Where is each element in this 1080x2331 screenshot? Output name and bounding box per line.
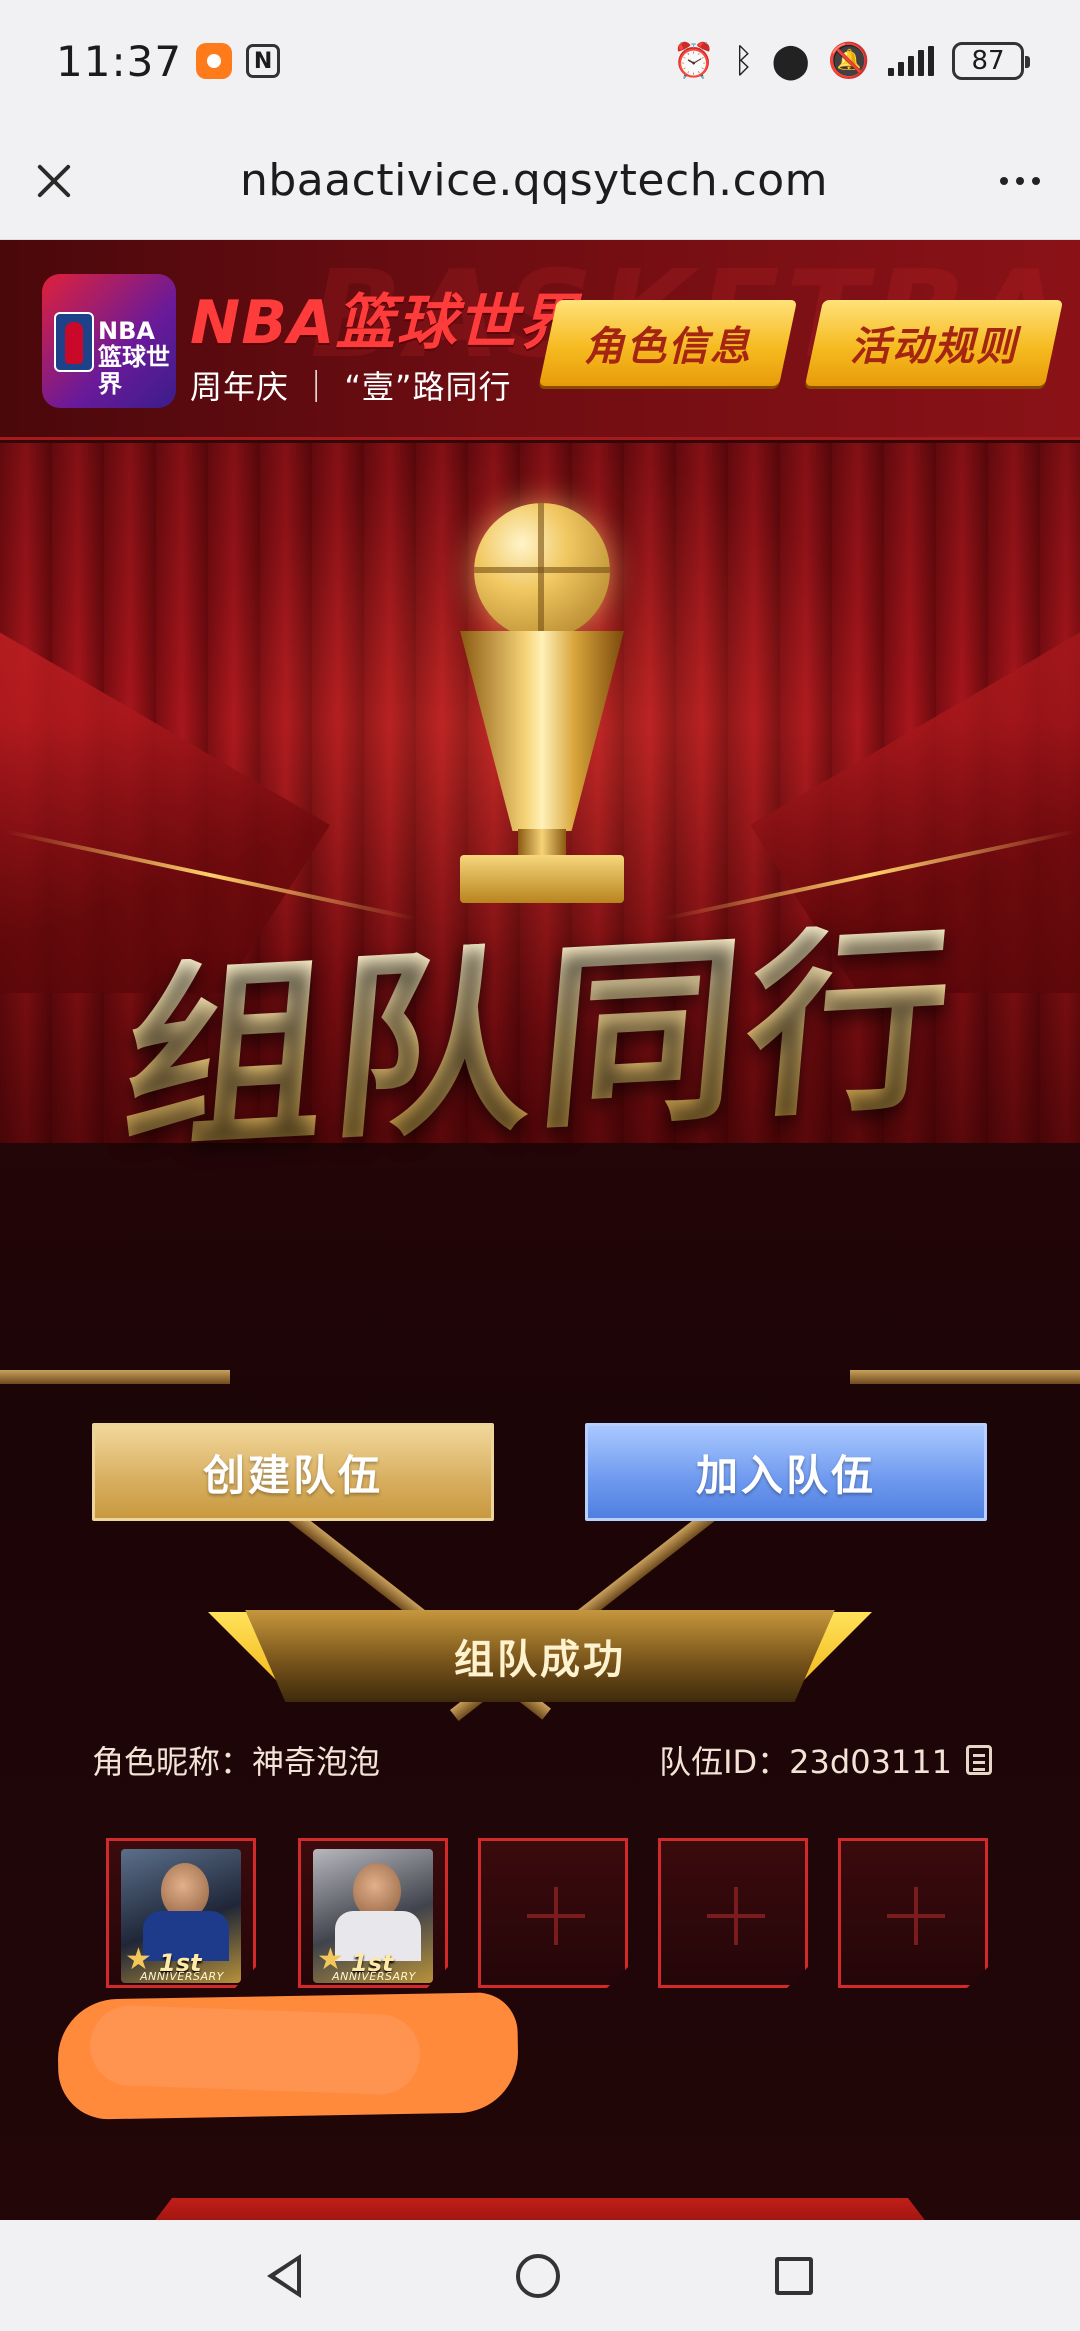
team-slots: ★ 1st ANNIVERSARY ★ 1st ANNIVERSARY bbox=[106, 1838, 988, 1988]
status-time: 11:37 bbox=[56, 36, 183, 86]
player-card: ★ 1st ANNIVERSARY bbox=[121, 1849, 241, 1983]
game-header: BASKETBA NBA 篮球世界 NBA篮球世界 周年庆 ｜ “壹”路同行 角… bbox=[0, 240, 1080, 440]
join-team-label: 加入队伍 bbox=[695, 1450, 876, 1500]
hero-title-art: 组队同行 bbox=[0, 901, 1080, 1179]
nickname: 角色昵称：神奇泡泡 bbox=[92, 1737, 380, 1783]
back-icon[interactable] bbox=[267, 2253, 302, 2298]
bluetooth-icon: ᛒ bbox=[733, 41, 754, 81]
team-success-label: 组队成功 bbox=[454, 1637, 626, 1683]
rules-button[interactable]: 活动规则 bbox=[804, 300, 1064, 386]
battery-level: 87 bbox=[971, 46, 1005, 76]
team-slot-2[interactable]: ★ 1st ANNIVERSARY bbox=[298, 1838, 448, 1988]
team-id-value: 23d03111 bbox=[789, 1743, 952, 1781]
player-card: ★ 1st ANNIVERSARY bbox=[313, 1849, 433, 1983]
nickname-label: 角色昵称： bbox=[92, 1743, 253, 1781]
close-icon[interactable] bbox=[30, 157, 78, 205]
status-right: ⏰ ᛒ ⬤ 🔕 87 bbox=[672, 41, 1030, 81]
plus-icon bbox=[887, 1887, 945, 1945]
logo-text-line1: NBA bbox=[98, 317, 155, 345]
mute-icon: 🔕 bbox=[827, 41, 870, 81]
game-logo: NBA 篮球世界 bbox=[42, 274, 176, 408]
card-badge-sub: ANNIVERSARY bbox=[140, 1970, 224, 1983]
location-icon: ⬤ bbox=[771, 41, 810, 81]
team-slot-1[interactable]: ★ 1st ANNIVERSARY bbox=[106, 1838, 256, 1988]
status-bar: 11:37 N ⏰ ᛒ ⬤ 🔕 87 bbox=[0, 0, 1080, 122]
next-section-ribbon bbox=[140, 2198, 940, 2220]
role-info-button[interactable]: 角色信息 bbox=[538, 300, 798, 386]
brand-subtitle: 周年庆 ｜ “壹”路同行 bbox=[190, 368, 512, 406]
create-team-button[interactable]: 创建队伍 bbox=[92, 1423, 494, 1521]
team-info-row: 角色昵称：神奇泡泡 队伍ID：23d03111 bbox=[92, 1730, 992, 1790]
team-slot-4[interactable] bbox=[658, 1838, 808, 1988]
nfc-icon: N bbox=[246, 44, 281, 78]
redaction-mark bbox=[88, 2004, 422, 2096]
alarm-icon: ⏰ bbox=[672, 41, 716, 81]
trophy-icon bbox=[440, 503, 640, 923]
game-logo-text: NBA 篮球世界 bbox=[98, 318, 176, 397]
webpage: BASKETBA NBA 篮球世界 NBA篮球世界 周年庆 ｜ “壹”路同行 角… bbox=[0, 240, 1080, 2220]
status-left: 11:37 N bbox=[56, 36, 281, 86]
brand-title: NBA篮球世界 bbox=[190, 288, 580, 358]
logo-text-line2: 篮球世界 bbox=[98, 343, 170, 398]
more-icon[interactable] bbox=[990, 167, 1050, 195]
team-success-banner: 组队成功 bbox=[245, 1610, 835, 1702]
system-nav-bar bbox=[0, 2220, 1080, 2331]
app-icon bbox=[196, 43, 233, 79]
browser-address-bar: nbaactivice.qqsytech.com bbox=[0, 122, 1080, 240]
team-slot-3[interactable] bbox=[478, 1838, 628, 1988]
card-badge-sub: ANNIVERSARY bbox=[332, 1970, 416, 1983]
team-slot-5[interactable] bbox=[838, 1838, 988, 1988]
battery-icon: 87 bbox=[952, 42, 1030, 80]
frame-line-left bbox=[0, 1370, 230, 1384]
frame-line-right bbox=[850, 1370, 1080, 1384]
rules-label: 活动规则 bbox=[850, 324, 1018, 370]
recents-icon[interactable] bbox=[774, 2256, 813, 2295]
role-info-label: 角色信息 bbox=[584, 324, 752, 370]
url-text[interactable]: nbaactivice.qqsytech.com bbox=[240, 155, 828, 206]
copy-icon[interactable] bbox=[966, 1745, 992, 1775]
plus-icon bbox=[527, 1887, 585, 1945]
nba-logo-icon bbox=[54, 312, 94, 372]
home-icon[interactable] bbox=[515, 2253, 560, 2298]
join-team-button[interactable]: 加入队伍 bbox=[585, 1423, 987, 1521]
team-id: 队伍ID：23d03111 bbox=[659, 1737, 992, 1783]
signal-icon bbox=[888, 46, 934, 76]
team-id-label: 队伍ID： bbox=[659, 1743, 790, 1781]
plus-icon bbox=[707, 1887, 765, 1945]
nickname-value: 神奇泡泡 bbox=[252, 1743, 381, 1781]
create-team-label: 创建队伍 bbox=[202, 1450, 383, 1500]
